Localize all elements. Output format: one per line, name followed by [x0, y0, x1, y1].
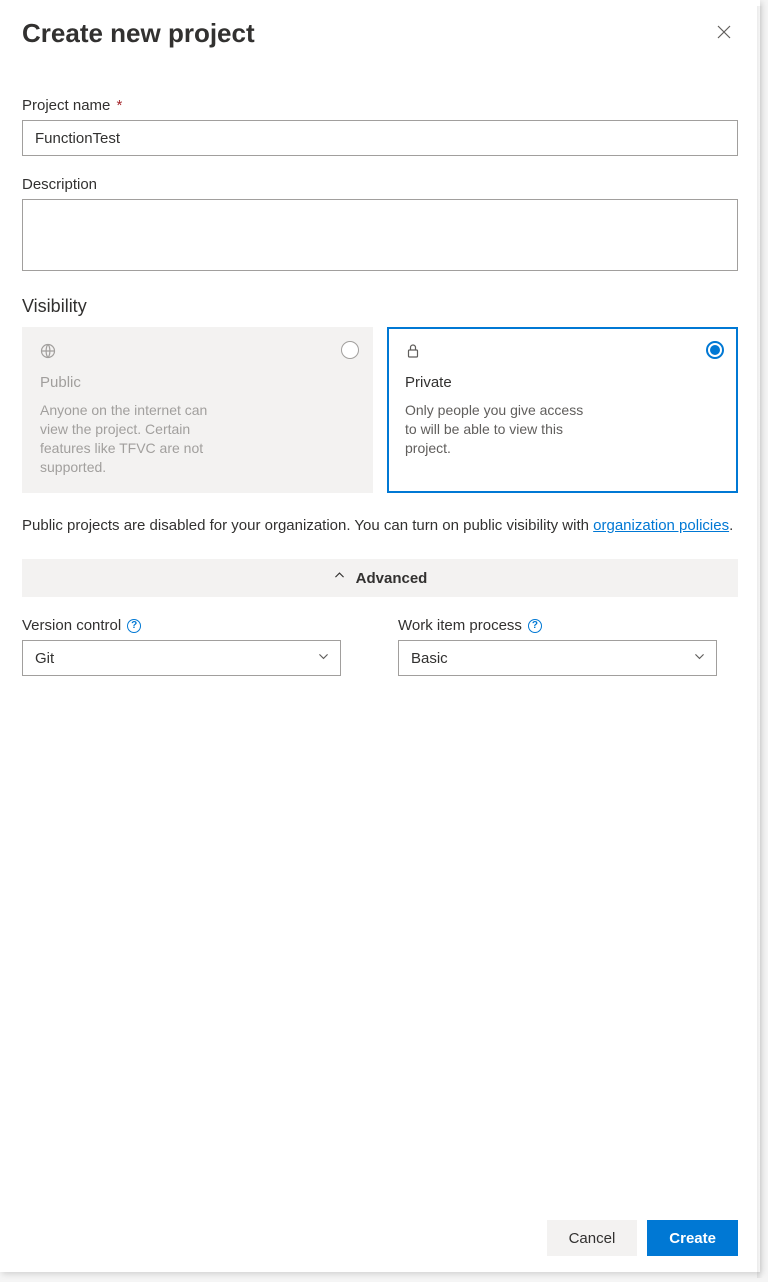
info-prefix: Public projects are disabled for your or… — [22, 517, 593, 534]
create-button[interactable]: Create — [647, 1220, 738, 1256]
visibility-options: Public Anyone on the internet can view t… — [22, 327, 738, 493]
advanced-section: Version control Git Work item process — [22, 617, 738, 676]
description-label: Description — [22, 176, 738, 193]
project-name-field: Project name * — [22, 97, 738, 156]
info-suffix: . — [729, 517, 733, 534]
version-control-label: Version control — [22, 617, 121, 634]
visibility-option-public: Public Anyone on the internet can view t… — [22, 327, 373, 493]
visibility-private-title: Private — [405, 374, 720, 391]
radio-circle — [706, 341, 724, 359]
globe-icon — [40, 343, 355, 364]
panel-title: Create new project — [22, 18, 255, 49]
advanced-label: Advanced — [356, 570, 428, 587]
version-control-select[interactable]: Git — [22, 640, 341, 676]
chevron-down-icon — [693, 650, 706, 667]
create-project-panel: Create new project Project name * Descri… — [0, 0, 760, 1272]
radio-circle — [341, 341, 359, 359]
lock-icon — [405, 343, 720, 364]
cancel-button[interactable]: Cancel — [547, 1220, 638, 1256]
panel-header: Create new project — [22, 18, 738, 49]
organization-policies-link[interactable]: organization policies — [593, 517, 729, 534]
visibility-option-private[interactable]: Private Only people you give access to w… — [387, 327, 738, 493]
help-icon[interactable] — [127, 619, 141, 633]
visibility-label: Visibility — [22, 296, 738, 317]
project-name-label-text: Project name — [22, 97, 110, 114]
project-name-label: Project name * — [22, 97, 738, 114]
panel-footer: Cancel Create — [547, 1220, 738, 1256]
work-item-process-label: Work item process — [398, 617, 522, 634]
visibility-private-desc: Only people you give access to will be a… — [405, 401, 585, 458]
work-item-process-value: Basic — [411, 650, 448, 667]
version-control-field: Version control Git — [22, 617, 362, 676]
visibility-info-text: Public projects are disabled for your or… — [22, 515, 738, 538]
work-item-process-select[interactable]: Basic — [398, 640, 717, 676]
visibility-public-title: Public — [40, 374, 355, 391]
chevron-down-icon — [317, 650, 330, 667]
description-input[interactable] — [22, 199, 738, 271]
advanced-toggle[interactable]: Advanced — [22, 559, 738, 597]
description-field: Description — [22, 176, 738, 276]
close-button[interactable] — [710, 18, 738, 49]
chevron-up-icon — [333, 569, 346, 587]
close-icon — [716, 24, 732, 43]
help-icon[interactable] — [528, 619, 542, 633]
project-name-input[interactable] — [22, 120, 738, 156]
required-asterisk: * — [117, 97, 123, 114]
version-control-value: Git — [35, 650, 54, 667]
visibility-public-desc: Anyone on the internet can view the proj… — [40, 401, 220, 477]
work-item-process-field: Work item process Basic — [398, 617, 738, 676]
